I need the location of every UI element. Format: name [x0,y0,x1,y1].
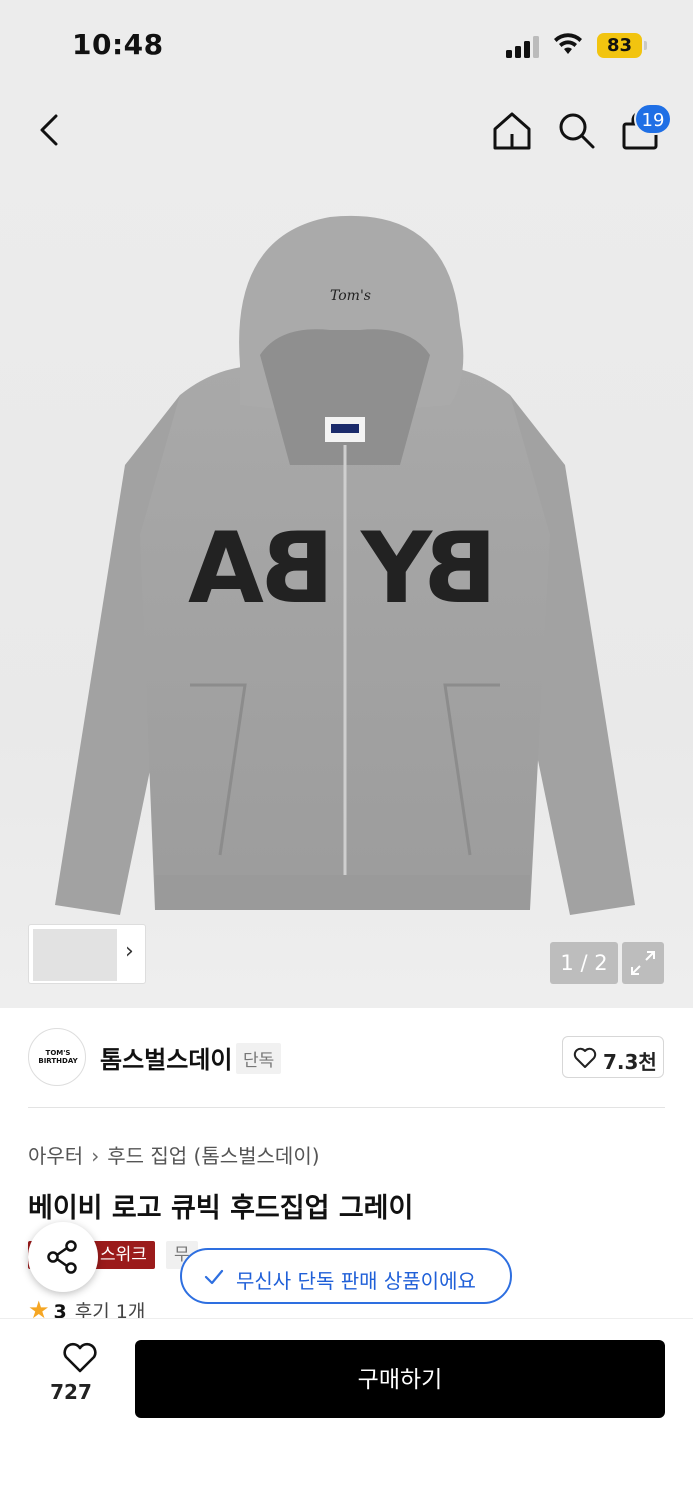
brand-logo[interactable]: TOM'S BIRTHDAY [28,1028,86,1086]
wishlist-count: 727 [50,1380,92,1404]
brand-like-button[interactable]: 7.3천 [562,1036,664,1078]
exclusive-tag: 단독 [236,1043,282,1074]
chevron-right-icon: › [91,1144,100,1168]
breadcrumb: 아우터 › 후드 집업 (톰스벌스데이) [28,1140,320,1169]
wifi-icon [554,33,582,54]
exclusive-toast: 무신사 단독 판매 상품이에요 [180,1248,512,1304]
print-text-right: BY [365,512,498,626]
share-icon [47,1240,77,1274]
check-icon [204,1269,224,1285]
search-icon[interactable] [556,110,596,150]
heart-icon [62,1342,97,1373]
product-title: 베이비 로고 큐빅 후드집업 그레이 [28,1193,414,1224]
home-icon[interactable] [491,110,533,152]
brand-name[interactable]: 톰스벌스데이 [100,1040,232,1075]
thumbnail-strip[interactable]: › [28,924,146,984]
cart-count-badge[interactable]: 19 [634,103,672,135]
status-bar: 10:48 83 [0,0,693,92]
divider [28,1107,665,1108]
buy-button[interactable]: 구매하기 [135,1340,665,1418]
hood-logo-text: Tom's [330,288,371,304]
battery-tip [644,41,647,50]
rating-summary[interactable]: ★ 3 후기 1개 [28,1296,145,1318]
expand-icon[interactable] [622,942,664,984]
brand-like-count: 7.3천 [603,1050,657,1074]
rating-score: 3 [53,1301,67,1318]
back-icon[interactable] [34,108,70,152]
wishlist-button[interactable]: 727 [36,1342,106,1412]
product-image [55,215,635,915]
heart-icon [573,1047,597,1068]
cellular-signal-icon [506,34,542,58]
image-counter: 1 / 2 [550,942,618,984]
breadcrumb-subcategory[interactable]: 후드 집업 (톰스벌스데이) [107,1144,319,1168]
status-time: 10:48 [72,28,164,61]
battery-indicator: 83 [597,33,642,58]
chevron-right-icon[interactable]: › [125,939,134,964]
review-count[interactable]: 후기 1개 [75,1301,146,1318]
print-text-left: BA [192,512,335,626]
share-button[interactable] [28,1222,98,1292]
thumbnail-image[interactable] [33,929,117,981]
breadcrumb-category[interactable]: 아우터 [28,1144,83,1168]
star-icon: ★ [28,1296,50,1318]
toast-message: 무신사 단독 판매 상품이에요 [236,1269,476,1293]
